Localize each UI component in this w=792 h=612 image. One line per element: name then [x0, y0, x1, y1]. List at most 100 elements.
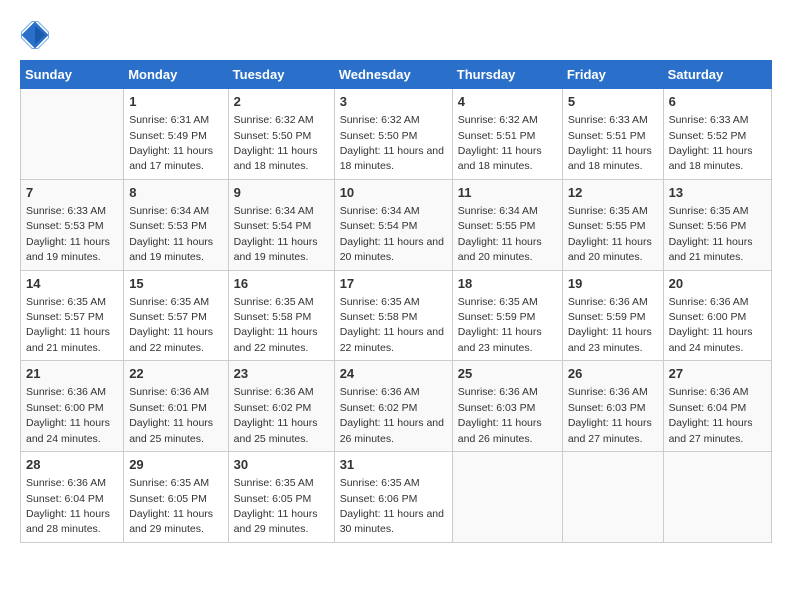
- sunset: Sunset: 6:04 PM: [669, 402, 747, 414]
- daylight: Daylight: 11 hours and 21 minutes.: [26, 326, 110, 353]
- sunrise: Sunrise: 6:36 AM: [458, 386, 538, 398]
- day-number: 12: [568, 184, 658, 202]
- sunset: Sunset: 5:59 PM: [458, 311, 536, 323]
- daylight: Daylight: 11 hours and 20 minutes.: [458, 236, 542, 263]
- day-number: 24: [340, 365, 447, 383]
- sunrise: Sunrise: 6:35 AM: [568, 205, 648, 217]
- sunrise: Sunrise: 6:36 AM: [340, 386, 420, 398]
- sunset: Sunset: 5:57 PM: [129, 311, 207, 323]
- day-number: 3: [340, 93, 447, 111]
- daylight: Daylight: 11 hours and 22 minutes.: [340, 326, 444, 353]
- day-number: 7: [26, 184, 118, 202]
- sunrise: Sunrise: 6:31 AM: [129, 114, 209, 126]
- sunset: Sunset: 5:51 PM: [458, 130, 536, 142]
- daylight: Daylight: 11 hours and 26 minutes.: [458, 417, 542, 444]
- sunset: Sunset: 6:01 PM: [129, 402, 207, 414]
- day-cell: 7 Sunrise: 6:33 AM Sunset: 5:53 PM Dayli…: [21, 179, 124, 270]
- daylight: Daylight: 11 hours and 26 minutes.: [340, 417, 444, 444]
- sunrise: Sunrise: 6:35 AM: [129, 296, 209, 308]
- daylight: Daylight: 11 hours and 19 minutes.: [26, 236, 110, 263]
- day-number: 25: [458, 365, 557, 383]
- day-number: 16: [234, 275, 329, 293]
- day-cell: 11 Sunrise: 6:34 AM Sunset: 5:55 PM Dayl…: [452, 179, 562, 270]
- day-number: 28: [26, 456, 118, 474]
- sunrise: Sunrise: 6:34 AM: [129, 205, 209, 217]
- daylight: Daylight: 11 hours and 28 minutes.: [26, 508, 110, 535]
- sunrise: Sunrise: 6:34 AM: [234, 205, 314, 217]
- day-number: 5: [568, 93, 658, 111]
- sunset: Sunset: 5:56 PM: [669, 220, 747, 232]
- sunrise: Sunrise: 6:35 AM: [234, 477, 314, 489]
- day-number: 6: [669, 93, 766, 111]
- week-row-2: 7 Sunrise: 6:33 AM Sunset: 5:53 PM Dayli…: [21, 179, 772, 270]
- sunset: Sunset: 6:02 PM: [234, 402, 312, 414]
- sunset: Sunset: 6:04 PM: [26, 493, 104, 505]
- daylight: Daylight: 11 hours and 29 minutes.: [234, 508, 318, 535]
- daylight: Daylight: 11 hours and 18 minutes.: [458, 145, 542, 172]
- daylight: Daylight: 11 hours and 17 minutes.: [129, 145, 213, 172]
- header-row: SundayMondayTuesdayWednesdayThursdayFrid…: [21, 61, 772, 89]
- sunset: Sunset: 5:57 PM: [26, 311, 104, 323]
- day-number: 31: [340, 456, 447, 474]
- week-row-5: 28 Sunrise: 6:36 AM Sunset: 6:04 PM Dayl…: [21, 452, 772, 543]
- day-number: 21: [26, 365, 118, 383]
- day-cell: 16 Sunrise: 6:35 AM Sunset: 5:58 PM Dayl…: [228, 270, 334, 361]
- sunset: Sunset: 5:55 PM: [458, 220, 536, 232]
- week-row-3: 14 Sunrise: 6:35 AM Sunset: 5:57 PM Dayl…: [21, 270, 772, 361]
- day-cell: 10 Sunrise: 6:34 AM Sunset: 5:54 PM Dayl…: [334, 179, 452, 270]
- sunrise: Sunrise: 6:32 AM: [234, 114, 314, 126]
- sunrise: Sunrise: 6:35 AM: [26, 296, 106, 308]
- sunset: Sunset: 5:59 PM: [568, 311, 646, 323]
- daylight: Daylight: 11 hours and 24 minutes.: [26, 417, 110, 444]
- page-header: [20, 20, 772, 50]
- daylight: Daylight: 11 hours and 23 minutes.: [458, 326, 542, 353]
- day-cell: 15 Sunrise: 6:35 AM Sunset: 5:57 PM Dayl…: [124, 270, 228, 361]
- day-cell: 2 Sunrise: 6:32 AM Sunset: 5:50 PM Dayli…: [228, 89, 334, 180]
- day-header-thursday: Thursday: [452, 61, 562, 89]
- daylight: Daylight: 11 hours and 18 minutes.: [568, 145, 652, 172]
- day-cell: 26 Sunrise: 6:36 AM Sunset: 6:03 PM Dayl…: [562, 361, 663, 452]
- day-number: 23: [234, 365, 329, 383]
- daylight: Daylight: 11 hours and 19 minutes.: [234, 236, 318, 263]
- daylight: Daylight: 11 hours and 25 minutes.: [234, 417, 318, 444]
- sunset: Sunset: 5:50 PM: [234, 130, 312, 142]
- day-number: 18: [458, 275, 557, 293]
- daylight: Daylight: 11 hours and 23 minutes.: [568, 326, 652, 353]
- day-cell: 8 Sunrise: 6:34 AM Sunset: 5:53 PM Dayli…: [124, 179, 228, 270]
- sunrise: Sunrise: 6:36 AM: [129, 386, 209, 398]
- day-cell: 4 Sunrise: 6:32 AM Sunset: 5:51 PM Dayli…: [452, 89, 562, 180]
- day-cell: 14 Sunrise: 6:35 AM Sunset: 5:57 PM Dayl…: [21, 270, 124, 361]
- daylight: Daylight: 11 hours and 22 minutes.: [234, 326, 318, 353]
- sunset: Sunset: 6:03 PM: [458, 402, 536, 414]
- sunset: Sunset: 5:50 PM: [340, 130, 418, 142]
- sunset: Sunset: 5:53 PM: [26, 220, 104, 232]
- sunrise: Sunrise: 6:34 AM: [340, 205, 420, 217]
- day-number: 13: [669, 184, 766, 202]
- daylight: Daylight: 11 hours and 18 minutes.: [340, 145, 444, 172]
- day-number: 4: [458, 93, 557, 111]
- day-cell: 30 Sunrise: 6:35 AM Sunset: 6:05 PM Dayl…: [228, 452, 334, 543]
- sunrise: Sunrise: 6:36 AM: [568, 386, 648, 398]
- day-cell: 1 Sunrise: 6:31 AM Sunset: 5:49 PM Dayli…: [124, 89, 228, 180]
- day-number: 9: [234, 184, 329, 202]
- day-number: 22: [129, 365, 222, 383]
- day-header-tuesday: Tuesday: [228, 61, 334, 89]
- calendar-table: SundayMondayTuesdayWednesdayThursdayFrid…: [20, 60, 772, 543]
- day-header-friday: Friday: [562, 61, 663, 89]
- logo: [20, 20, 54, 50]
- day-cell: 18 Sunrise: 6:35 AM Sunset: 5:59 PM Dayl…: [452, 270, 562, 361]
- daylight: Daylight: 11 hours and 19 minutes.: [129, 236, 213, 263]
- sunset: Sunset: 6:03 PM: [568, 402, 646, 414]
- daylight: Daylight: 11 hours and 21 minutes.: [669, 236, 753, 263]
- day-cell: 25 Sunrise: 6:36 AM Sunset: 6:03 PM Dayl…: [452, 361, 562, 452]
- sunrise: Sunrise: 6:36 AM: [234, 386, 314, 398]
- sunrise: Sunrise: 6:36 AM: [568, 296, 648, 308]
- day-header-wednesday: Wednesday: [334, 61, 452, 89]
- daylight: Daylight: 11 hours and 27 minutes.: [568, 417, 652, 444]
- sunrise: Sunrise: 6:35 AM: [458, 296, 538, 308]
- sunset: Sunset: 5:52 PM: [669, 130, 747, 142]
- day-number: 1: [129, 93, 222, 111]
- sunset: Sunset: 5:55 PM: [568, 220, 646, 232]
- sunset: Sunset: 5:53 PM: [129, 220, 207, 232]
- logo-icon: [20, 20, 50, 50]
